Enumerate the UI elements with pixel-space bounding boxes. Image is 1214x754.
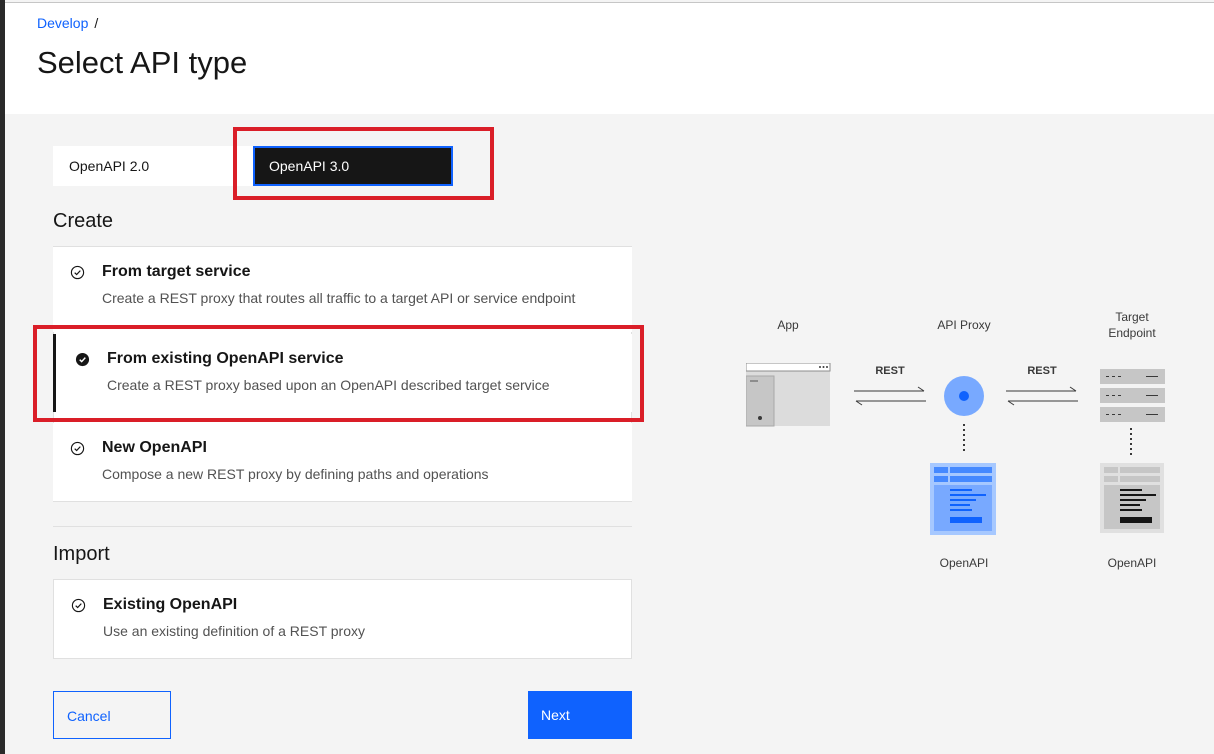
section-divider [53,526,632,527]
api-proxy-node-icon [944,376,984,416]
tile-title: New OpenAPI [102,439,207,456]
highlight-annotation [233,127,494,200]
tile-title: From target service [102,263,251,280]
checkmark-outline-icon [70,441,85,456]
server-stack-icon [1100,369,1165,422]
tile-existing-openapi[interactable]: Existing OpenAPI Use an existing definit… [53,579,632,659]
page-title: Select API type [37,45,248,80]
bidirectional-arrow-icon [854,386,926,406]
diagram-rest-right: REST [1027,365,1057,377]
dotted-connector [963,424,965,454]
checkmark-outline-icon [71,598,86,613]
tile-description: Compose a new REST proxy by defining pat… [102,466,489,482]
diagram-label-openapi-left: OpenAPI [939,556,989,570]
diagram-label-target: Target [1115,310,1149,324]
openapi-document-blue-icon [930,463,996,535]
highlight-annotation [33,325,644,422]
tile-new-openapi[interactable]: New OpenAPI Compose a new REST proxy by … [53,423,632,501]
breadcrumb: Develop / [37,15,98,31]
tile-description: Create a REST proxy that routes all traf… [102,290,576,306]
dotted-connector [1130,428,1132,456]
diagram-rest-left: REST [875,365,905,377]
next-button[interactable]: Next [528,691,632,739]
breadcrumb-link-develop[interactable]: Develop [37,15,88,31]
import-heading: Import [53,543,110,565]
api-proxy-diagram: App API Proxy Target Endpoint REST REST [730,300,1190,590]
app-window-icon [746,363,831,427]
tile-from-target-service[interactable]: From target service Create a REST proxy … [53,247,632,332]
tile-title: Existing OpenAPI [103,596,238,613]
tile-description: Use an existing definition of a REST pro… [103,623,365,639]
diagram-label-app: App [777,318,799,332]
page-header: Develop / Select API type [5,2,1214,114]
diagram-label-api-proxy: API Proxy [937,318,991,332]
cancel-button[interactable]: Cancel [53,691,171,739]
breadcrumb-separator: / [94,15,99,31]
create-heading: Create [53,210,114,232]
diagram-label-openapi-right: OpenAPI [1107,556,1157,570]
toggle-openapi-2[interactable]: OpenAPI 2.0 [53,146,253,186]
diagram-label-endpoint: Endpoint [1108,326,1156,340]
bidirectional-arrow-icon [1006,386,1078,406]
checkmark-outline-icon [70,265,85,280]
openapi-document-gray-icon [1100,463,1164,533]
